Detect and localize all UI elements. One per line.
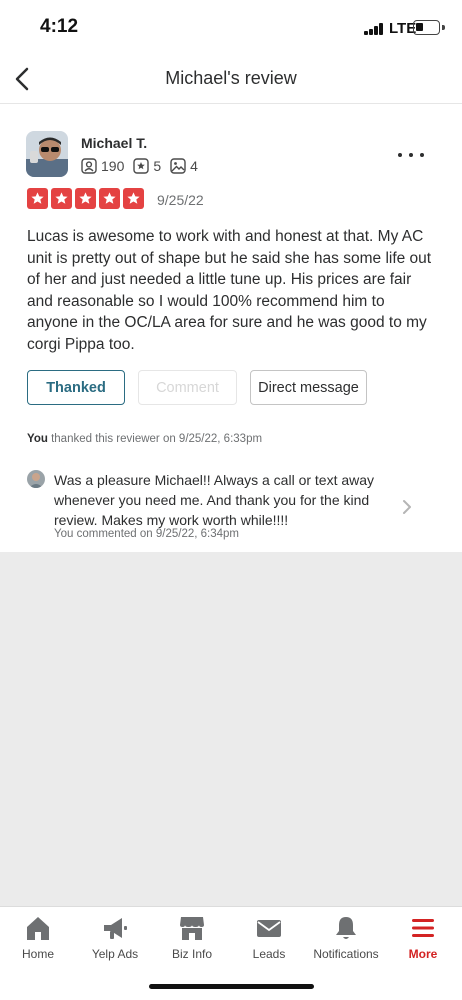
storefront-icon: [180, 917, 204, 940]
reviews-stat: 5: [133, 158, 161, 174]
home-indicator: [149, 984, 314, 989]
photos-stat: 4: [170, 158, 198, 174]
review-text: Lucas is awesome to work with and honest…: [27, 228, 432, 353]
friends-icon: [81, 158, 97, 174]
star-icon: [51, 188, 72, 209]
comment-button[interactable]: Comment: [138, 370, 237, 405]
owner-comment-meta: You commented on 9/25/22, 6:34pm: [54, 528, 239, 540]
reviewer-stats: 190 5 4: [81, 158, 207, 174]
reviewer-name[interactable]: Michael T.: [81, 135, 147, 151]
megaphone-icon: [104, 918, 127, 939]
direct-message-button[interactable]: Direct message: [250, 370, 367, 405]
reviews-count: 5: [153, 158, 162, 174]
chevron-right-icon[interactable]: [401, 498, 413, 516]
star-icon: [27, 188, 48, 209]
friends-stat: 190: [81, 158, 124, 174]
page-title: Michael's review: [165, 68, 297, 88]
tab-more-label: More: [408, 947, 438, 961]
photo-icon: [170, 158, 186, 174]
star-rating: [27, 188, 147, 209]
status-bar: 4:12 LTE: [0, 0, 462, 56]
thanked-note: You thanked this reviewer on 9/25/22, 6:…: [27, 433, 262, 445]
photos-count: 4: [190, 158, 198, 174]
commenter-avatar: [27, 470, 45, 488]
more-options-button[interactable]: [398, 151, 424, 159]
star-icon: [99, 188, 120, 209]
nav-bar: Michael's review: [0, 56, 462, 104]
menu-icon: [412, 919, 434, 937]
review-card: Michael T. 190 5 4 9/25/22 Lucas is awes…: [0, 104, 462, 552]
star-icon: [75, 188, 96, 209]
thanked-note-text: thanked this reviewer on 9/25/22, 6:33pm: [51, 433, 263, 445]
status-time: 4:12: [40, 16, 79, 37]
envelope-icon: [257, 920, 281, 937]
star-icon: [123, 188, 144, 209]
thanked-actor: You: [27, 433, 48, 445]
review-date: 9/25/22: [157, 192, 204, 208]
owner-comment-text[interactable]: Was a pleasure Michael!! Always a call o…: [54, 470, 384, 530]
friends-count: 190: [101, 158, 125, 174]
avatar[interactable]: [26, 131, 68, 177]
tab-more[interactable]: More: [377, 913, 462, 961]
bell-icon: [336, 917, 356, 939]
battery-tip: [442, 25, 445, 30]
battery-icon: [413, 20, 440, 35]
thanked-button[interactable]: Thanked: [27, 370, 125, 405]
home-icon: [27, 917, 49, 940]
signal-icon: [364, 23, 384, 35]
star-outline-icon: [133, 158, 150, 174]
